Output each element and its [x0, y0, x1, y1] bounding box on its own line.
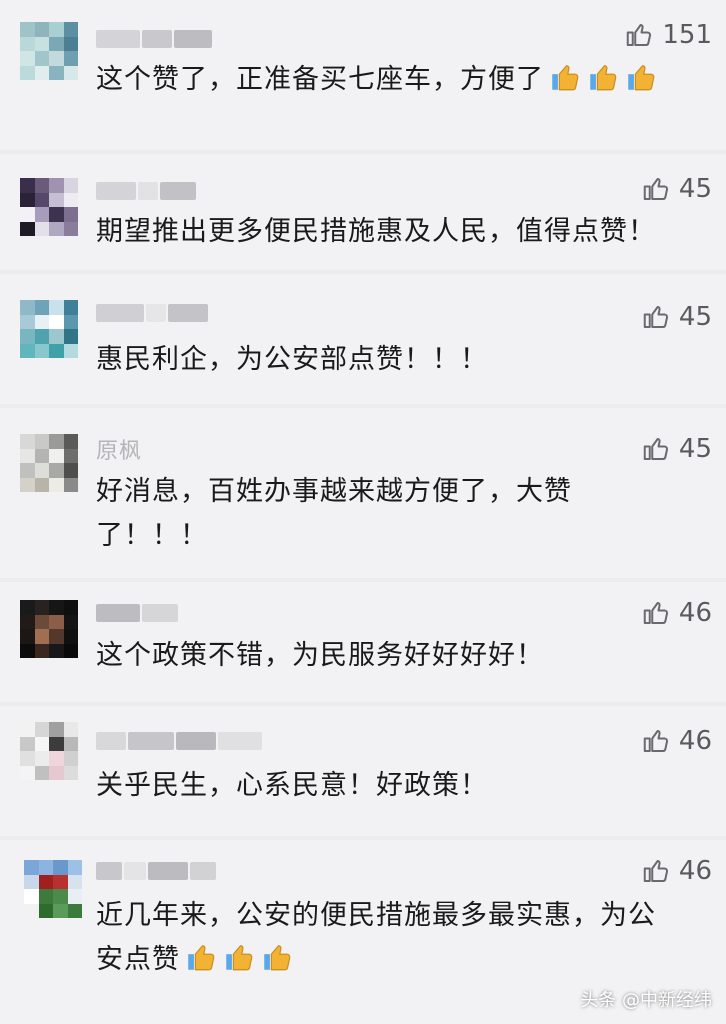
comment-text-line: 期望推出更多便民措施惠及人民，值得点赞！	[96, 216, 656, 247]
avatar[interactable]	[20, 600, 78, 658]
like-button[interactable]: 46	[641, 726, 712, 756]
like-button[interactable]: 46	[641, 856, 712, 886]
username[interactable]	[96, 730, 264, 752]
comment-item: 45 期望推出更多便民措施惠及人民，值得点赞！	[0, 154, 726, 270]
thumbs-up-emoji-icon	[226, 945, 253, 971]
avatar[interactable]	[24, 860, 82, 918]
comment-text: 关乎民生，心系民意！好政策！	[96, 764, 696, 808]
thumbs-up-icon	[643, 438, 668, 460]
comment-text-line: 关乎民生，心系民意！好政策！	[96, 770, 488, 801]
like-count: 151	[662, 20, 712, 50]
comment-text-line: 近几年来，公安的便民措施最多最实惠，为公	[96, 900, 656, 931]
avatar[interactable]	[20, 722, 78, 780]
comment-text: 近几年来，公安的便民措施最多最实惠，为公 安点赞	[96, 894, 696, 982]
thumbs-up-icon	[643, 730, 668, 752]
comment-item: 原枫 45 好消息，百姓办事越来越方便了，大赞 了！！！	[0, 408, 726, 578]
comment-text-line: 惠民利企，为公安部点赞！！！	[96, 344, 488, 375]
username[interactable]: 原枫	[96, 438, 142, 464]
comment-text: 这个政策不错，为民服务好好好好！	[96, 634, 696, 678]
thumbs-up-emoji-icon	[264, 945, 291, 971]
comment-text-line: 好消息，百姓办事越来越方便了，大赞	[96, 476, 572, 507]
like-button[interactable]: 45	[641, 302, 712, 332]
comment-text-line: 这个赞了，正准备买七座车，方便了	[96, 64, 544, 95]
like-button[interactable]: 45	[641, 174, 712, 204]
like-button[interactable]: 46	[641, 598, 712, 628]
username[interactable]	[96, 860, 218, 882]
like-count: 45	[678, 174, 712, 204]
avatar[interactable]	[20, 178, 78, 236]
username-text: 原枫	[96, 439, 143, 464]
username[interactable]	[96, 28, 214, 50]
comment-text: 好消息，百姓办事越来越方便了，大赞 了！！！	[96, 470, 696, 558]
thumbs-up-icon	[643, 306, 668, 328]
avatar[interactable]	[20, 300, 78, 358]
thumbs-up-icon	[643, 178, 668, 200]
thumbs-up-icon	[643, 860, 668, 882]
like-button[interactable]: 151	[624, 20, 712, 50]
comment-item: 45 惠民利企，为公安部点赞！！！	[0, 274, 726, 404]
like-count: 45	[678, 302, 712, 332]
thumbs-up-icon	[627, 24, 652, 46]
comment-text-line: 了！！！	[96, 520, 208, 551]
username[interactable]	[96, 180, 198, 202]
avatar[interactable]	[20, 434, 78, 492]
thumbs-up-emoji-icon	[552, 65, 579, 91]
like-button[interactable]: 45	[641, 434, 712, 464]
thumbs-up-icon	[643, 602, 668, 624]
comment-text-line: 安点赞	[96, 944, 180, 975]
comment-item: 151 这个赞了，正准备买七座车，方便了	[0, 0, 726, 150]
thumbs-up-emoji-icon	[590, 65, 617, 91]
username[interactable]	[96, 302, 210, 324]
like-count: 46	[678, 598, 712, 628]
like-count: 45	[678, 434, 712, 464]
comment-text: 期望推出更多便民措施惠及人民，值得点赞！	[96, 210, 696, 254]
comment-item: 46 关乎民生，心系民意！好政策！	[0, 706, 726, 836]
source-watermark: 头条 @中新经纬	[580, 990, 712, 1011]
avatar[interactable]	[20, 22, 78, 80]
comment-text: 惠民利企，为公安部点赞！！！	[96, 338, 696, 382]
comment-text: 这个赞了，正准备买七座车，方便了	[96, 58, 696, 102]
thumbs-up-emoji-icon	[188, 945, 215, 971]
comment-text-line: 这个政策不错，为民服务好好好好！	[96, 640, 544, 671]
comment-text-line-with-emoji: 安点赞	[96, 938, 696, 982]
like-count: 46	[678, 726, 712, 756]
username[interactable]	[96, 602, 180, 624]
thumbs-up-emoji-icon	[628, 65, 655, 91]
like-count: 46	[678, 856, 712, 886]
comment-item: 46 这个政策不错，为民服务好好好好！	[0, 582, 726, 702]
